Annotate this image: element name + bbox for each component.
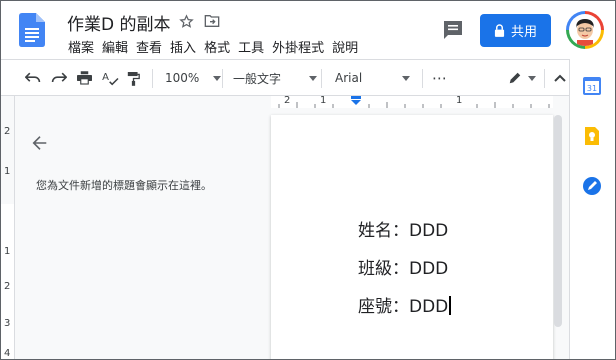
app-header: 作業D 的副本 檔案 編輯 查看 插入 格式 工具 外掛程式 說明 共用 [1, 1, 615, 59]
document-title[interactable]: 作業D 的副本 [67, 10, 171, 35]
svg-text:A: A [102, 72, 109, 83]
more-icon[interactable]: ⋯ [432, 68, 447, 88]
menu-tools[interactable]: 工具 [234, 37, 268, 56]
menu-bar: 檔案 編輯 查看 插入 格式 工具 外掛程式 說明 [64, 37, 362, 56]
document-line-class[interactable]: 班級：DDD [358, 254, 448, 279]
comment-icon[interactable] [441, 18, 465, 42]
edit-mode-select[interactable] [508, 68, 536, 88]
menu-help[interactable]: 說明 [328, 37, 362, 56]
share-button[interactable]: 共用 [480, 14, 551, 47]
menu-insert[interactable]: 插入 [166, 37, 200, 56]
side-panel: 31 [569, 59, 615, 359]
document-line-name[interactable]: 姓名：DDD [358, 216, 448, 241]
paragraph-style-value: 一般文字 [233, 71, 282, 86]
calendar-icon[interactable]: 31 [582, 76, 602, 96]
spellcheck-icon[interactable]: A [102, 68, 119, 88]
paragraph-style-select[interactable]: 一般文字 [233, 68, 318, 88]
ruler-number: 3 [4, 318, 11, 329]
toolbar-separator [321, 69, 322, 88]
toolbar-separator [544, 69, 545, 88]
ruler-number: 1 [320, 95, 327, 106]
chevron-down-icon [309, 75, 318, 81]
title-actions [177, 12, 221, 30]
lock-icon [494, 24, 505, 37]
indent-marker-icon[interactable] [350, 96, 362, 106]
chevron-down-icon [528, 75, 536, 81]
ruler-number: 4 [4, 348, 11, 359]
formatting-toolbar: A 100% 一般文字 Arial ⋯ [1, 59, 615, 96]
vertical-scrollbar[interactable] [554, 115, 562, 327]
document-line-seat-text: 座號：DDD [358, 297, 449, 317]
menu-format[interactable]: 格式 [200, 37, 234, 56]
tasks-icon[interactable] [582, 176, 602, 196]
svg-text:31: 31 [587, 84, 597, 93]
document-page[interactable]: 姓名：DDD 班級：DDD 座號：DDD [271, 115, 553, 359]
ruler-number: 1 [4, 246, 11, 257]
font-select[interactable]: Arial [335, 68, 411, 88]
toolbar-separator [222, 69, 223, 88]
document-line-seat[interactable]: 座號：DDD [358, 292, 451, 317]
ruler-number: 2 [284, 95, 291, 106]
folder-move-icon[interactable] [203, 12, 221, 30]
vertical-ruler: 2 1 1 2 3 4 [1, 96, 15, 359]
undo-icon[interactable] [25, 68, 41, 88]
font-value: Arial [335, 71, 363, 85]
menu-edit[interactable]: 編輯 [98, 37, 132, 56]
print-icon[interactable] [77, 68, 92, 88]
paint-format-icon[interactable] [127, 68, 140, 88]
ruler-number: 1 [456, 95, 463, 106]
google-docs-logo[interactable] [19, 13, 45, 47]
ruler-number: 1 [4, 166, 11, 177]
outline-hint: 您為文件新增的標題會顯示在這裡。 [36, 179, 212, 192]
share-label: 共用 [510, 25, 537, 40]
toolbar-separator [152, 69, 153, 88]
arrow-back-icon[interactable] [31, 134, 49, 152]
ruler-number: 2 [4, 126, 11, 137]
star-icon[interactable] [177, 12, 195, 30]
zoom-select[interactable]: 100% [165, 68, 222, 88]
chevron-down-icon [213, 75, 222, 81]
menu-view[interactable]: 查看 [132, 37, 166, 56]
pencil-icon [509, 72, 521, 84]
horizontal-ruler: 2 1 1 [271, 95, 553, 108]
avatar[interactable] [566, 11, 604, 49]
chevron-up-icon[interactable] [554, 68, 566, 88]
chevron-down-icon [402, 75, 411, 81]
docs-window: 作業D 的副本 檔案 編輯 查看 插入 格式 工具 外掛程式 說明 共用 A 1… [0, 0, 616, 360]
keep-icon[interactable] [582, 126, 602, 146]
text-cursor [449, 296, 451, 315]
ruler-number: 2 [4, 281, 11, 292]
menu-addons[interactable]: 外掛程式 [268, 37, 328, 56]
menu-file[interactable]: 檔案 [64, 37, 98, 56]
redo-icon[interactable] [51, 68, 67, 88]
avatar-face [569, 14, 601, 46]
zoom-value: 100% [165, 71, 200, 85]
toolbar-separator [422, 69, 423, 88]
